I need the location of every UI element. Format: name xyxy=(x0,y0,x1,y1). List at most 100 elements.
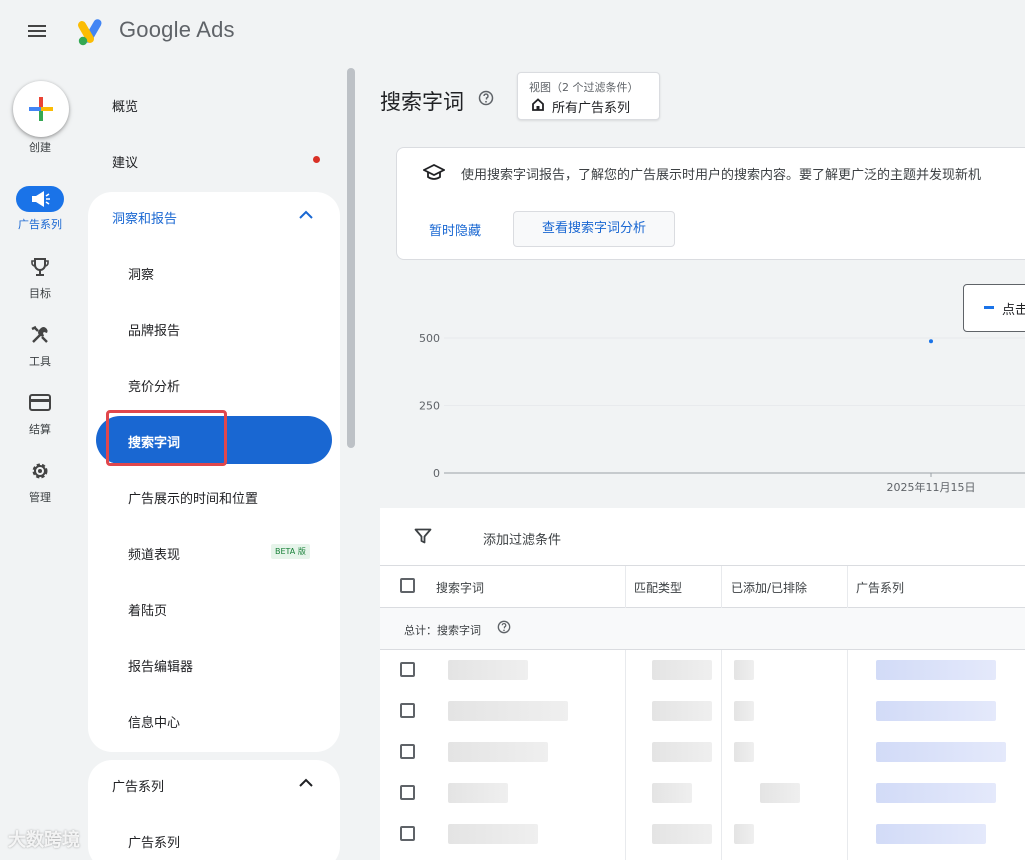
redacted-cell xyxy=(652,701,712,721)
redacted-cell xyxy=(876,660,996,680)
nav-landing-pages[interactable]: 着陆页 xyxy=(128,600,167,619)
table-row[interactable] xyxy=(380,650,1025,691)
redacted-cell xyxy=(734,824,754,844)
redacted-cell xyxy=(448,742,548,762)
redacted-cell xyxy=(652,660,712,680)
view-filter-label: 视图（2 个过滤条件） xyxy=(529,81,639,94)
insights-reports-card xyxy=(88,192,340,752)
x-tick-label: 2025年11月15日 xyxy=(887,480,976,494)
table-row[interactable] xyxy=(380,814,1025,855)
nav-report-editor[interactable]: 报告编辑器 xyxy=(128,656,193,675)
nav-when-where-ads-showed[interactable]: 广告展示的时间和位置 xyxy=(128,488,258,507)
admin-rail-label: 管理 xyxy=(29,491,51,504)
column-header-added-excluded[interactable]: 已添加/已排除 xyxy=(731,579,807,596)
table-row[interactable] xyxy=(380,691,1025,732)
legend-series-swatch xyxy=(984,306,994,309)
nav-recommendations[interactable]: 建议 xyxy=(112,152,138,171)
insights-section-title[interactable]: 洞察和报告 xyxy=(112,208,177,227)
redacted-cell xyxy=(760,783,800,803)
gear-icon[interactable] xyxy=(29,460,51,482)
nav-brand-report[interactable]: 品牌报告 xyxy=(128,320,180,339)
plus-icon xyxy=(29,97,53,121)
table-row[interactable] xyxy=(380,732,1025,773)
menu-icon[interactable] xyxy=(28,22,52,42)
redacted-cell xyxy=(448,824,538,844)
help-icon[interactable] xyxy=(478,90,494,106)
redacted-cell xyxy=(876,783,996,803)
campaigns-section-title[interactable]: 广告系列 xyxy=(112,776,164,795)
redacted-cell xyxy=(448,660,528,680)
chevron-up-icon[interactable] xyxy=(298,209,314,221)
app-brand: Google Ads xyxy=(119,17,235,42)
nav-overview[interactable]: 概览 xyxy=(112,96,138,115)
row-checkbox[interactable] xyxy=(400,785,415,800)
total-label: 总计：搜索字词 xyxy=(404,624,481,637)
nav-insights[interactable]: 洞察 xyxy=(128,264,154,283)
legend-label: 点击 xyxy=(1002,303,1025,318)
tools-icon[interactable] xyxy=(29,324,51,346)
search-terms-chart: 500 250 0 2025年11月15日 xyxy=(419,332,1025,494)
table-header: 搜索字词 匹配类型 已添加/已排除 广告系列 xyxy=(380,566,1025,608)
chevron-up-icon[interactable] xyxy=(298,777,314,789)
tools-rail-label: 工具 xyxy=(29,355,51,368)
campaigns-rail-label: 广告系列 xyxy=(18,218,62,231)
create-label: 创建 xyxy=(29,141,51,154)
view-search-terms-insights-button[interactable]: 查看搜索字词分析 xyxy=(513,211,675,247)
row-checkbox[interactable] xyxy=(400,703,415,718)
annotation-highlight-box xyxy=(106,410,227,466)
help-icon[interactable] xyxy=(497,620,511,634)
view-value: 所有广告系列 xyxy=(552,101,631,116)
column-header-search-term[interactable]: 搜索字词 xyxy=(436,579,484,596)
megaphone-icon xyxy=(32,191,50,207)
campaigns-rail-button[interactable] xyxy=(16,186,64,212)
nav-scrollbar[interactable] xyxy=(347,68,355,448)
nav-auction-insights[interactable]: 竞价分析 xyxy=(128,376,180,395)
top-bar: Google Ads xyxy=(0,0,1025,64)
notification-dot xyxy=(313,156,320,163)
nav-dashboards[interactable]: 信息中心 xyxy=(128,712,180,731)
redacted-cell xyxy=(876,824,986,844)
column-header-match-type[interactable]: 匹配类型 xyxy=(634,579,682,596)
nav-campaigns[interactable]: 广告系列 xyxy=(128,832,180,851)
column-header-campaign[interactable]: 广告系列 xyxy=(856,579,904,596)
credit-card-icon[interactable] xyxy=(29,393,51,413)
info-card-text: 使用搜索字词报告，了解您的广告展示时用户的搜索内容。要了解更广泛的主题并发现新机 xyxy=(461,168,982,183)
google-ads-logo-icon[interactable] xyxy=(76,16,108,48)
trophy-icon[interactable] xyxy=(29,256,51,278)
school-icon xyxy=(423,164,445,180)
row-checkbox[interactable] xyxy=(400,744,415,759)
row-checkbox[interactable] xyxy=(400,662,415,677)
redacted-cell xyxy=(734,660,754,680)
table-total-row: 总计：搜索字词 xyxy=(380,608,1025,650)
search-terms-info-card: 使用搜索字词报告，了解您的广告展示时用户的搜索内容。要了解更广泛的主题并发现新机… xyxy=(396,147,1025,260)
filter-bar: 添加过滤条件 xyxy=(380,508,1025,566)
redacted-cell xyxy=(876,742,1006,762)
nav-channel-performance[interactable]: 频道表现 xyxy=(128,544,180,563)
beta-badge: BETA 版 xyxy=(271,544,310,559)
redacted-cell xyxy=(734,742,754,762)
redacted-cell xyxy=(652,824,712,844)
add-filter-button[interactable]: 添加过滤条件 xyxy=(483,529,561,548)
filter-icon[interactable] xyxy=(414,528,432,544)
y-tick-label: 250 xyxy=(419,400,440,413)
redacted-cell xyxy=(448,701,568,721)
row-checkbox[interactable] xyxy=(400,826,415,841)
table-row[interactable] xyxy=(380,773,1025,814)
page-title: 搜索字词 xyxy=(380,90,464,114)
redacted-cell xyxy=(652,783,692,803)
home-icon xyxy=(532,98,544,111)
redacted-cell xyxy=(448,783,508,803)
y-tick-label: 0 xyxy=(433,467,440,480)
redacted-cell xyxy=(652,742,712,762)
view-selector[interactable]: 视图（2 个过滤条件） 所有广告系列 xyxy=(517,72,660,120)
goals-rail-label: 目标 xyxy=(29,287,51,300)
dismiss-button[interactable]: 暂时隐藏 xyxy=(429,220,481,239)
y-tick-label: 500 xyxy=(419,332,440,345)
watermark-logo: 大数跨境 xyxy=(8,830,80,851)
redacted-cell xyxy=(876,701,996,721)
create-button[interactable] xyxy=(13,81,69,137)
campaigns-card xyxy=(88,760,340,860)
select-all-checkbox[interactable] xyxy=(400,578,415,593)
data-point[interactable] xyxy=(929,339,933,344)
billing-rail-label: 结算 xyxy=(29,423,51,436)
